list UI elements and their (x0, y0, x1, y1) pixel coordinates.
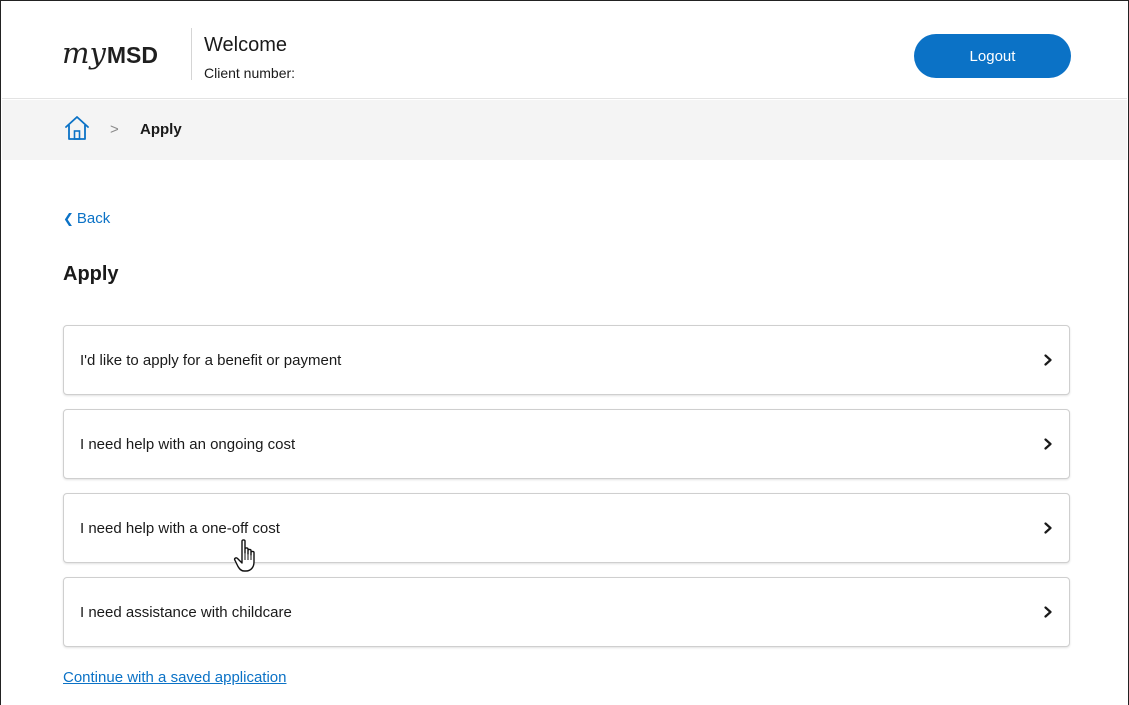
continue-saved-application-link[interactable]: Continue with a saved application (63, 669, 286, 686)
hand-pointer-cursor-icon (233, 539, 255, 572)
chevron-right-icon (1044, 522, 1052, 534)
chevron-right-icon (1044, 606, 1052, 618)
page-title: Apply (63, 263, 119, 285)
header-divider (191, 28, 192, 80)
back-label: Back (76, 210, 111, 227)
back-link[interactable]: ❮ Back (63, 210, 110, 227)
option-childcare[interactable]: I need assistance with childcare (63, 577, 1070, 647)
chevron-left-icon: ❮ (63, 210, 74, 226)
logout-button[interactable]: Logout (914, 34, 1071, 78)
option-apply-benefit[interactable]: I'd like to apply for a benefit or payme… (63, 325, 1070, 395)
home-icon[interactable] (63, 114, 91, 142)
chevron-right-icon (1044, 438, 1052, 450)
breadcrumb-current: Apply (140, 121, 182, 138)
chevron-right-icon (1044, 354, 1052, 366)
option-label: I need assistance with childcare (80, 603, 292, 621)
logo-my: my (62, 36, 106, 70)
mymsd-logo[interactable]: my MSD (62, 36, 158, 70)
option-label: I need help with a one-off cost (80, 519, 280, 537)
welcome-text: Welcome (204, 34, 287, 56)
option-ongoing-cost[interactable]: I need help with an ongoing cost (63, 409, 1070, 479)
logo-msd: MSD (106, 42, 159, 68)
option-label: I need help with an ongoing cost (80, 435, 296, 453)
app-window: my MSD Welcome Client number: Logout > Ap… (0, 0, 1129, 705)
option-one-off-cost[interactable]: I need help with a one-off cost (63, 493, 1070, 563)
site-header: my MSD Welcome Client number: Logout (2, 2, 1127, 99)
option-label: I'd like to apply for a benefit or payme… (80, 351, 342, 369)
breadcrumb-separator: > (110, 121, 119, 138)
client-number-label: Client number: (204, 65, 296, 81)
breadcrumb: > Apply (2, 100, 1127, 160)
